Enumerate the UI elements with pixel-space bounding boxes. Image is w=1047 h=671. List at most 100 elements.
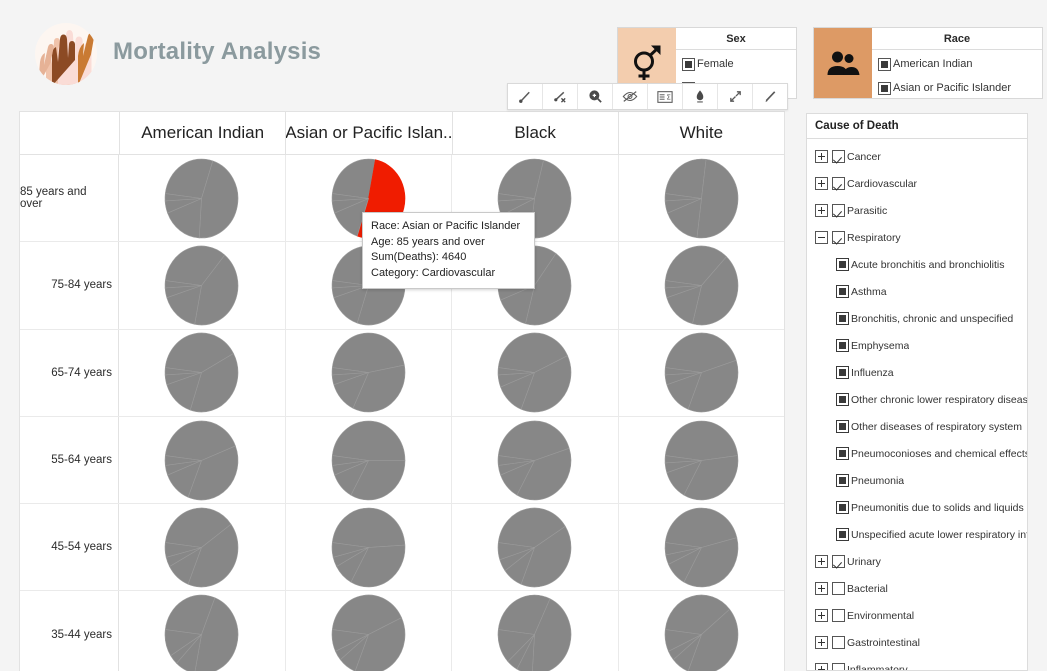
cod-item-pneumonia[interactable]: Pneumonia <box>807 467 1027 494</box>
cod-item-unspecified-acute-lower-respiratory-infection[interactable]: Unspecified acute lower respiratory infe… <box>807 521 1027 548</box>
summary-stats-icon[interactable]: Σ <box>648 84 683 109</box>
filter-item-asian-or-pacific-islander[interactable]: Asian or Pacific Islander <box>878 76 1042 98</box>
checkbox-partial-icon[interactable] <box>836 312 849 325</box>
row-label-35-44-years: 35-44 years <box>20 591 119 671</box>
checkbox-partial-icon[interactable] <box>836 501 849 514</box>
cod-item-other-chronic-lower-respiratory-diseases[interactable]: Other chronic lower respiratory diseases <box>807 386 1027 413</box>
raised-hands-logo <box>32 22 100 86</box>
cod-item-acute-bronchitis-and-bronchiolitis[interactable]: Acute bronchitis and bronchiolitis <box>807 251 1027 278</box>
checkbox-partial-icon[interactable] <box>878 81 891 95</box>
collapse-minus-icon[interactable] <box>815 231 828 244</box>
cod-item-pneumonitis-due-to-solids-and-liquids[interactable]: Pneumonitis due to solids and liquids <box>807 494 1027 521</box>
cod-item-pneumoconioses-and-chemical-effects[interactable]: Pneumoconioses and chemical effects <box>807 440 1027 467</box>
expand-plus-icon[interactable] <box>815 582 828 595</box>
pie-cell-white-65-74-years[interactable] <box>619 330 785 416</box>
cod-item-urinary[interactable]: Urinary <box>807 548 1027 575</box>
checkbox-unchecked-icon[interactable] <box>832 636 845 649</box>
pie-cell-american-indian-85-years-and-over[interactable] <box>119 155 286 242</box>
pie-cell-white-75-84-years[interactable] <box>619 242 785 328</box>
checkbox-unchecked-icon[interactable] <box>832 663 845 670</box>
checkbox-partial-icon[interactable] <box>836 447 849 460</box>
checkbox-partial-icon[interactable] <box>836 339 849 352</box>
cod-item-bronchitis-chronic-and-unspecified[interactable]: Bronchitis, chronic and unspecified <box>807 305 1027 332</box>
cod-item-label: Cancer <box>847 150 881 163</box>
pie-cell-white-45-54-years[interactable] <box>619 504 785 590</box>
cod-item-respiratory[interactable]: Respiratory <box>807 224 1027 251</box>
pie-cell-american-indian-35-44-years[interactable] <box>119 591 286 671</box>
cod-item-gastrointestinal[interactable]: Gastrointestinal <box>807 629 1027 656</box>
expand-plus-icon[interactable] <box>815 663 828 670</box>
cod-item-bacterial[interactable]: Bacterial <box>807 575 1027 602</box>
expand-arrows-icon[interactable] <box>718 84 753 109</box>
pie-cell-black-65-74-years[interactable] <box>452 329 619 416</box>
cod-item-other-diseases-of-respiratory-system[interactable]: Other diseases of respiratory system <box>807 413 1027 440</box>
pie-slice-cancer[interactable] <box>331 420 406 461</box>
zoom-in-icon[interactable] <box>578 84 613 109</box>
expand-plus-icon[interactable] <box>815 636 828 649</box>
checkbox-unchecked-icon[interactable] <box>832 609 845 622</box>
pie-slice-cancer[interactable] <box>331 507 405 548</box>
color-dropper-icon[interactable] <box>683 84 718 109</box>
svg-text:Σ: Σ <box>666 92 671 101</box>
checkbox-partial-icon[interactable] <box>836 528 849 541</box>
pie-cell-american-indian-75-84-years[interactable] <box>119 242 286 329</box>
pie-slice-cancer[interactable] <box>664 158 707 199</box>
pie-cell-american-indian-65-74-years[interactable] <box>119 329 286 416</box>
expand-plus-icon[interactable] <box>815 150 828 163</box>
checkbox-checked-icon[interactable] <box>832 555 845 568</box>
cod-item-influenza[interactable]: Influenza <box>807 359 1027 386</box>
pie-cell-black-55-64-years[interactable] <box>452 416 619 504</box>
pie-chart <box>164 420 239 500</box>
cod-item-environmental[interactable]: Environmental <box>807 602 1027 629</box>
checkbox-partial-icon[interactable] <box>836 393 849 406</box>
pie-chart <box>164 158 239 238</box>
pie-slice-cancer[interactable] <box>331 158 376 199</box>
pie-cell-asian-or-pacific-islan-65-74-years[interactable] <box>286 329 452 416</box>
pie-cell-asian-or-pacific-islan-55-64-years[interactable] <box>286 416 452 504</box>
checkbox-checked-icon[interactable] <box>832 231 845 244</box>
checkbox-partial-icon[interactable] <box>836 474 849 487</box>
expand-plus-icon[interactable] <box>815 609 828 622</box>
checkbox-partial-icon[interactable] <box>836 366 849 379</box>
cod-item-parasitic[interactable]: Parasitic <box>807 197 1027 224</box>
cod-item-cancer[interactable]: Cancer <box>807 143 1027 170</box>
cod-item-asthma[interactable]: Asthma <box>807 278 1027 305</box>
pie-cell-american-indian-45-54-years[interactable] <box>119 504 286 591</box>
pie-cell-white-55-64-years[interactable] <box>619 417 785 503</box>
eye-off-icon[interactable] <box>613 84 648 109</box>
checkbox-partial-icon[interactable] <box>836 285 849 298</box>
checkbox-partial-icon[interactable] <box>836 258 849 271</box>
pie-slice-cancer[interactable] <box>664 420 738 461</box>
pencil-icon[interactable] <box>753 84 787 109</box>
cod-item-emphysema[interactable]: Emphysema <box>807 332 1027 359</box>
pie-slice-cancer[interactable] <box>331 332 405 374</box>
filter-item-female[interactable]: Female <box>682 52 796 76</box>
pie-cell-white-35-44-years[interactable] <box>619 591 785 671</box>
cod-item-inflammatory[interactable]: Inflammatory <box>807 656 1027 670</box>
matrix-row: 65-74 years <box>20 329 785 417</box>
checkbox-checked-icon[interactable] <box>832 150 845 163</box>
expand-plus-icon[interactable] <box>815 204 828 217</box>
checkbox-partial-icon[interactable] <box>878 57 891 71</box>
cod-item-label: Respiratory <box>847 231 901 244</box>
pie-cell-black-45-54-years[interactable] <box>452 504 619 591</box>
filter-body-race: Race American Indian Asian or Pacific Is… <box>872 28 1042 98</box>
cod-item-cardiovascular[interactable]: Cardiovascular <box>807 170 1027 197</box>
pie-cell-american-indian-55-64-years[interactable] <box>119 416 286 504</box>
checkbox-partial-icon[interactable] <box>682 57 695 71</box>
checkbox-checked-icon[interactable] <box>832 204 845 217</box>
pie-cell-asian-or-pacific-islan-35-44-years[interactable] <box>286 591 452 671</box>
cod-item-label: Asthma <box>851 285 887 298</box>
paintbrush-clear-icon[interactable] <box>543 84 578 109</box>
pie-cell-black-35-44-years[interactable] <box>452 591 619 671</box>
expand-plus-icon[interactable] <box>815 555 828 568</box>
filter-item-american-indian[interactable]: American Indian <box>878 52 1042 76</box>
pie-cell-white-85-years-and-over[interactable] <box>619 155 785 241</box>
pie-cell-asian-or-pacific-islan-45-54-years[interactable] <box>286 504 452 591</box>
checkbox-checked-icon[interactable] <box>832 177 845 190</box>
paintbrush-icon[interactable] <box>508 84 543 109</box>
cod-item-label: Pneumonitis due to solids and liquids <box>851 501 1024 514</box>
checkbox-unchecked-icon[interactable] <box>832 582 845 595</box>
checkbox-partial-icon[interactable] <box>836 420 849 433</box>
expand-plus-icon[interactable] <box>815 177 828 190</box>
